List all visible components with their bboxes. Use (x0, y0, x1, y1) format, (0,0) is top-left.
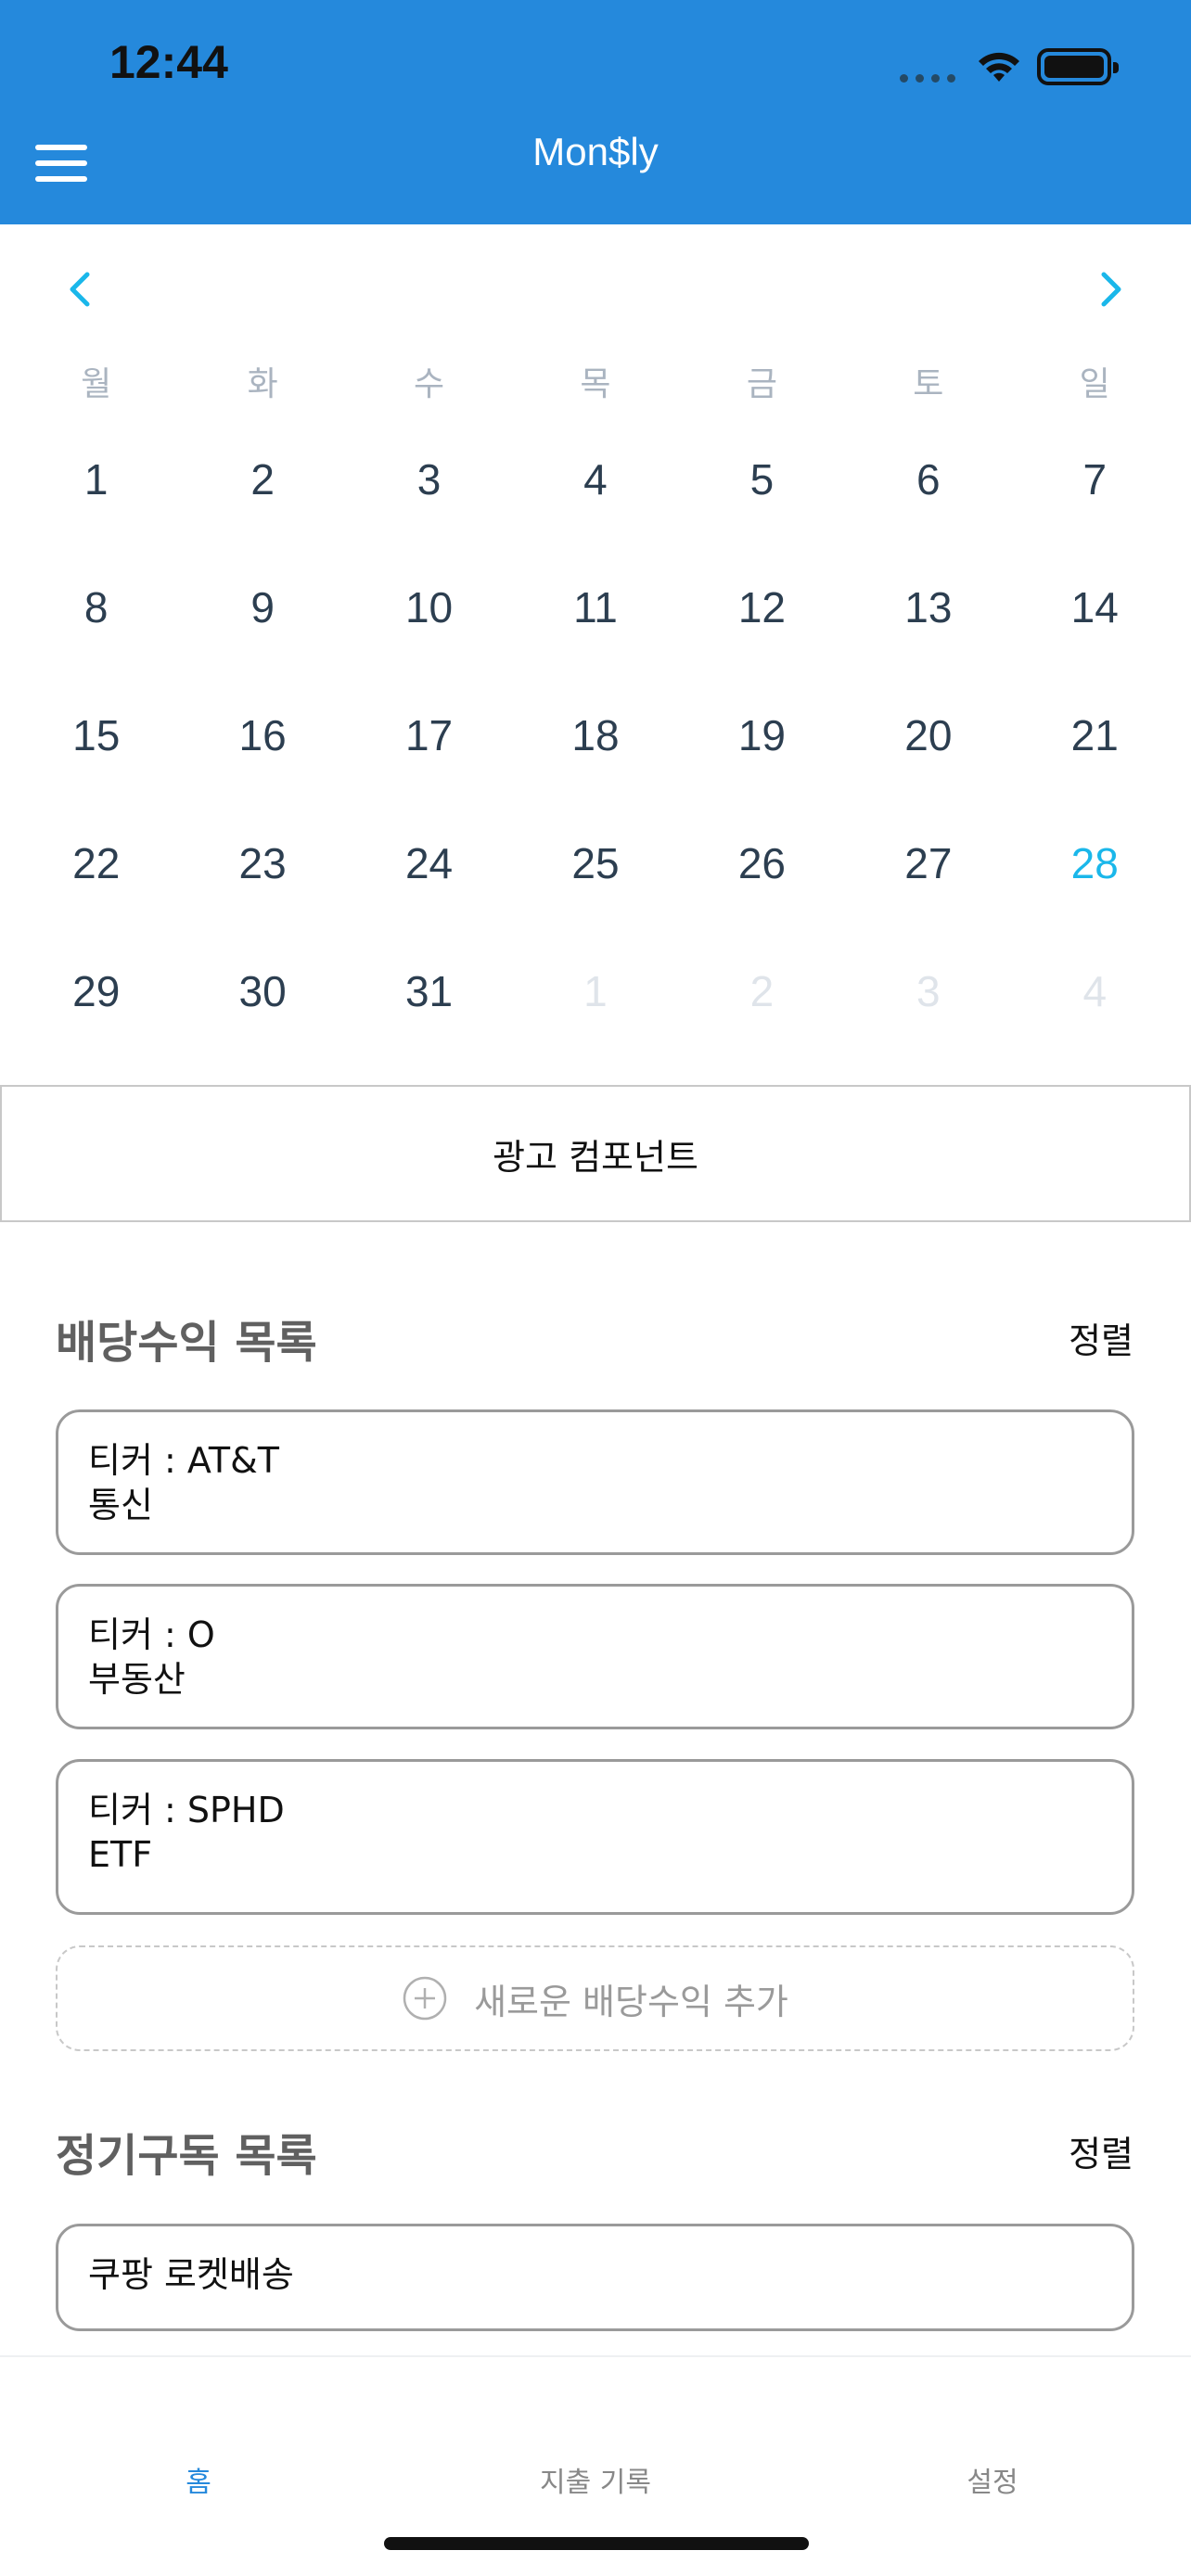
weekday-label: 금 (746, 365, 777, 403)
calendar-day[interactable]: 29 (13, 929, 179, 1057)
calendar-grid: 1 2 3 4 5 6 7 8 9 10 11 12 13 14 15 16 17 18 19 20 21 22 23 24 2… (13, 417, 1178, 1057)
subscription-name: 쿠팡 로켓배송 (88, 2254, 294, 2295)
dividend-card[interactable]: 티커 : O 부동산 (56, 1584, 1134, 1729)
calendar-day[interactable]: 21 (1012, 673, 1178, 801)
calendar-day-next-month[interactable]: 1 (512, 929, 678, 1057)
plus-circle-icon (403, 1976, 447, 2021)
calendar-day[interactable]: 3 (346, 417, 512, 545)
app-header: 12:44 Mon$ly (0, 0, 1191, 224)
add-dividend-label: 새로운 배당수익 추가 (474, 1981, 788, 2022)
battery-icon (1037, 48, 1119, 85)
dividends-sort-button[interactable]: 정렬 (1069, 1312, 1133, 1363)
home-indicator (384, 2537, 809, 2550)
calendar-day[interactable]: 13 (845, 545, 1011, 673)
dividend-card[interactable]: 티커 : SPHD ETF (56, 1759, 1134, 1915)
calendar-day[interactable]: 6 (845, 417, 1011, 545)
calendar-day[interactable]: 12 (679, 545, 845, 673)
calendar-day[interactable]: 2 (179, 417, 345, 545)
calendar-day[interactable]: 30 (179, 929, 345, 1057)
calendar-day[interactable]: 26 (679, 801, 845, 929)
calendar-day[interactable]: 11 (512, 545, 678, 673)
calendar-day[interactable]: 9 (179, 545, 345, 673)
tab-settings[interactable]: 설정 (794, 2459, 1191, 2500)
calendar-day[interactable]: 16 (179, 673, 345, 801)
dividend-ticker: 티커 : AT&T (88, 1440, 279, 1481)
dividend-card[interactable]: 티커 : AT&T 통신 (56, 1409, 1134, 1555)
calendar-day[interactable]: 4 (512, 417, 678, 545)
subscription-card[interactable]: 쿠팡 로켓배송 (56, 2224, 1134, 2331)
calendar-day-next-month[interactable]: 3 (845, 929, 1011, 1057)
calendar-day[interactable]: 15 (13, 673, 179, 801)
weekday-label: 일 (1079, 365, 1110, 403)
add-dividend-button[interactable]: 새로운 배당수익 추가 (56, 1945, 1134, 2051)
calendar-day-next-month[interactable]: 4 (1012, 929, 1178, 1057)
calendar-day[interactable]: 24 (346, 801, 512, 929)
weekday-label: 목 (580, 365, 611, 403)
weekday-label: 월 (81, 365, 112, 403)
dividends-section-title: 배당수익 목록 (56, 1317, 317, 1369)
calendar-day[interactable]: 7 (1012, 417, 1178, 545)
ad-banner-label: 광고 컴포넌트 (493, 1136, 698, 1178)
dividend-sector: 부동산 (88, 1659, 186, 1700)
dividend-ticker: 티커 : O (88, 1614, 215, 1655)
cellular-signal-icon (900, 74, 957, 83)
status-time: 12:44 (109, 36, 228, 88)
calendar-day[interactable]: 14 (1012, 545, 1178, 673)
calendar-day[interactable]: 18 (512, 673, 678, 801)
calendar-day[interactable]: 8 (13, 545, 179, 673)
dividend-sector: 통신 (88, 1485, 153, 1525)
app-title: Mon$ly (532, 130, 659, 173)
calendar-day[interactable]: 22 (13, 801, 179, 929)
dividend-sector: ETF (88, 1834, 153, 1875)
ad-banner[interactable]: 광고 컴포넌트 (0, 1085, 1191, 1222)
calendar-day[interactable]: 10 (346, 545, 512, 673)
calendar-day[interactable]: 27 (845, 801, 1011, 929)
next-month-chevron-icon[interactable] (1083, 261, 1139, 317)
wifi-icon (979, 52, 1019, 82)
subscriptions-section-title: 정기구독 목록 (56, 2130, 317, 2182)
weekday-label: 화 (247, 365, 278, 403)
tab-home[interactable]: 홈 (0, 2459, 397, 2500)
tab-expense-record[interactable]: 지출 기록 (397, 2459, 794, 2500)
calendar-day[interactable]: 5 (679, 417, 845, 545)
weekday-header: 월화수목금토일 (13, 357, 1178, 405)
subscriptions-sort-button[interactable]: 정렬 (1069, 2125, 1133, 2176)
dividend-ticker: 티커 : SPHD (88, 1790, 285, 1830)
weekday-label: 수 (413, 365, 445, 403)
calendar-day[interactable]: 1 (13, 417, 179, 545)
calendar-day[interactable]: 25 (512, 801, 678, 929)
previous-month-chevron-icon[interactable] (52, 261, 108, 317)
calendar-day[interactable]: 17 (346, 673, 512, 801)
calendar-day[interactable]: 23 (179, 801, 345, 929)
calendar-day[interactable]: 20 (845, 673, 1011, 801)
calendar-day[interactable]: 31 (346, 929, 512, 1057)
calendar-day[interactable]: 19 (679, 673, 845, 801)
calendar-day-next-month[interactable]: 2 (679, 929, 845, 1057)
calendar-day-today[interactable]: 28 (1012, 801, 1178, 929)
weekday-label: 토 (913, 365, 944, 403)
